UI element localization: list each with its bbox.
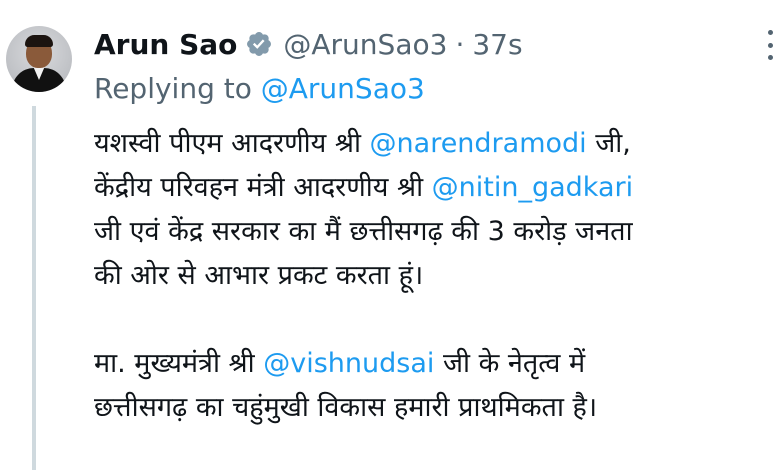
tweet-timestamp[interactable]: 37s [472,28,522,61]
avatar-hair-shape [25,35,53,47]
verified-badge-icon [247,32,272,56]
tweet-header: Arun Sao @ArunSao3 · 37s [94,24,523,64]
thread-connector-line [32,106,36,470]
tweet-line: मा. मुख्यमंत्री श्री @vishnudsai जी के न… [94,342,774,386]
author-handle[interactable]: @ArunSao3 [283,28,447,61]
more-dot [767,55,773,60]
replying-to-label: Replying to [94,72,261,105]
mention-link[interactable]: @narendramodi [370,128,587,159]
tweet-text-segment: केंद्रीय परिवहन मंत्री आदरणीय श्री [94,172,432,203]
tweet-line: जी एवं केंद्र सरकार का मैं छत्तीसगढ़ की … [94,216,633,247]
more-dot [767,42,773,48]
mention-link[interactable]: @vishnudsai [263,348,434,379]
tweet-line: की ओर से आभार प्रकट करता हूं। [94,260,424,291]
author-name[interactable]: Arun Sao [94,28,237,61]
tweet-line: यशस्वी पीएम आदरणीय श्री @narendramodi जी… [94,122,774,166]
tweet-text: यशस्वी पीएम आदरणीय श्री @narendramodi जी… [94,122,774,430]
mention-link[interactable]: @nitin_gadkari [432,172,633,203]
tweet-text-segment: जी के नेतृत्व में [434,348,586,379]
tweet-text-segment: मा. मुख्यमंत्री श्री [94,348,264,379]
replying-to-mention[interactable]: @ArunSao3 [261,72,425,105]
tweet-line: छत्तीसगढ़ का चहुंमुखी विकास हमारी प्राथम… [94,392,598,423]
avatar[interactable] [6,26,72,92]
tweet-line: केंद्रीय परिवहन मंत्री आदरणीय श्री @niti… [94,166,774,210]
more-options-icon[interactable] [760,30,780,60]
more-dot [767,30,773,35]
tweet-text-segment: जी, [586,128,631,159]
header-separator: · [455,27,465,61]
replying-to: Replying to @ArunSao3 [94,72,425,105]
tweet-text-segment: यशस्वी पीएम आदरणीय श्री [94,128,370,159]
